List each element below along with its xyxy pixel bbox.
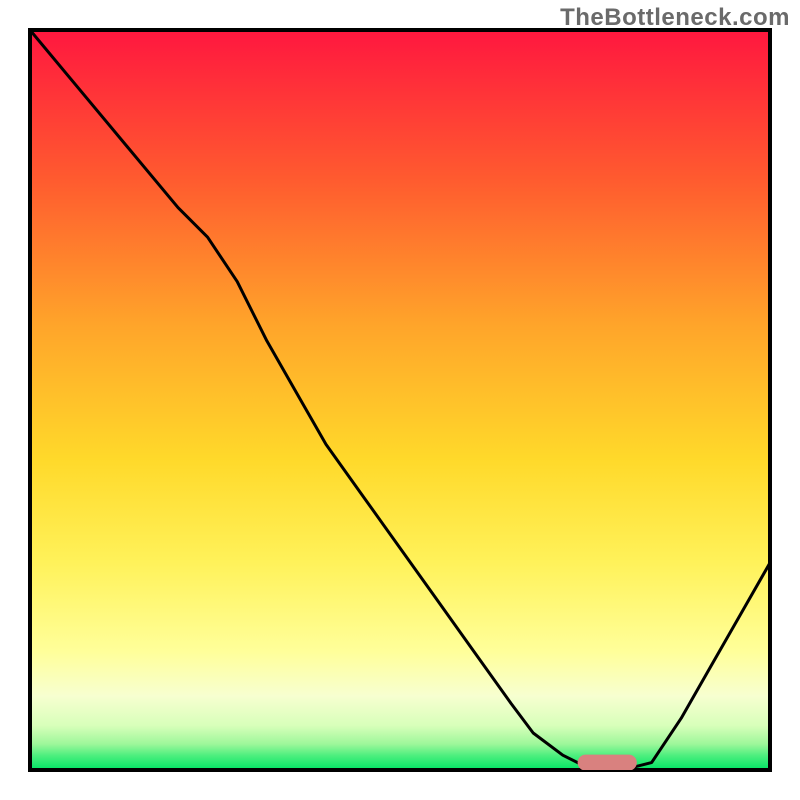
gradient-background xyxy=(30,30,770,770)
chart-stage: TheBottleneck.com xyxy=(0,0,800,800)
watermark-label: TheBottleneck.com xyxy=(560,4,790,32)
bottleneck-chart xyxy=(0,0,800,800)
recommended-range-marker xyxy=(578,755,637,771)
